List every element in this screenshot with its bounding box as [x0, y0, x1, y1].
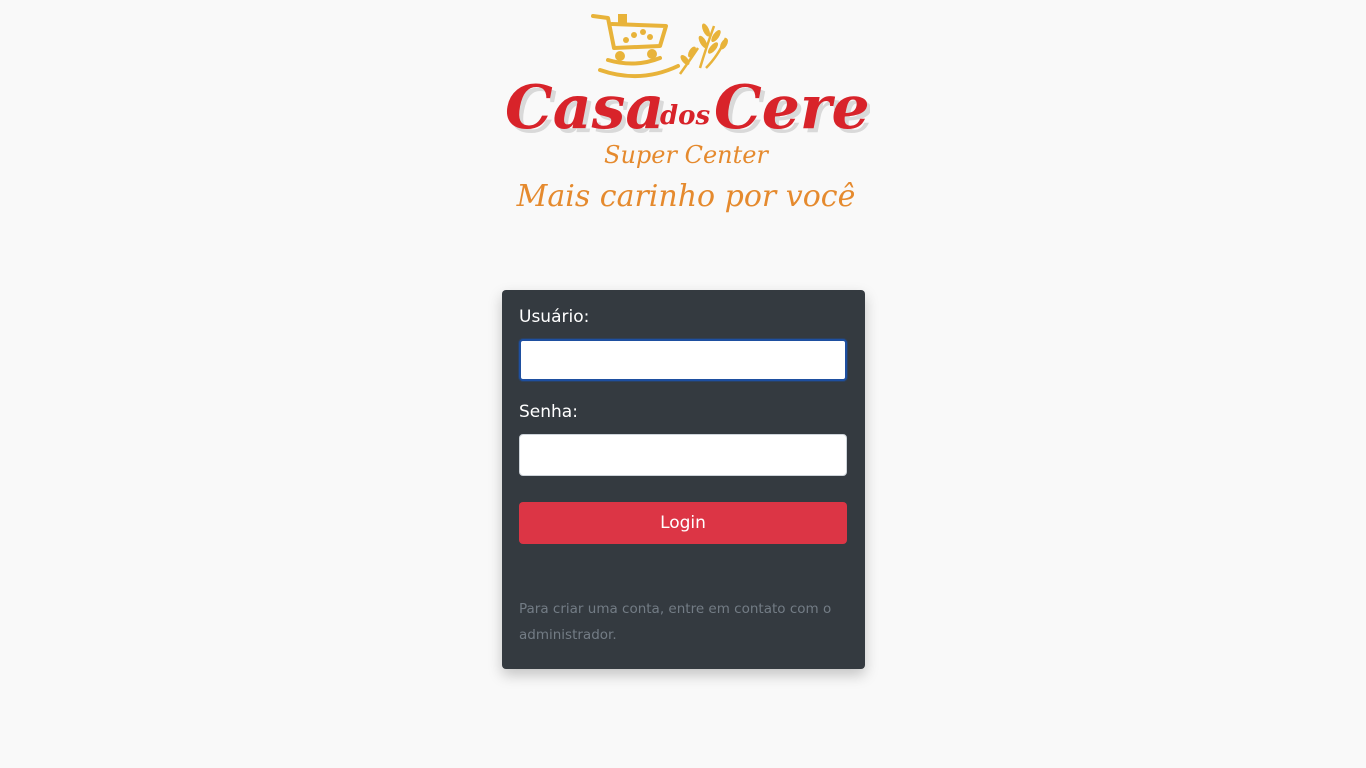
username-label: Usuário:: [519, 307, 590, 327]
shopping-cart-icon: [591, 14, 680, 79]
brand-name-casa: Casa: [505, 73, 664, 143]
password-field-group: Senha:: [519, 402, 848, 476]
brand-logo: Casa Cereais Casa dos Cereais Super Cent…: [500, 8, 870, 223]
username-input[interactable]: [519, 339, 847, 381]
brand-subtitle: Super Center: [604, 141, 769, 169]
wheat-icon: [678, 23, 728, 75]
account-note: Para criar uma conta, entre em contato c…: [519, 601, 832, 643]
brand-name-dos: dos: [660, 101, 711, 131]
password-input[interactable]: [519, 434, 847, 476]
login-card: Usuário: Senha: Login Para criar uma con…: [502, 290, 865, 669]
username-field-group: Usuário:: [519, 307, 848, 381]
brand-name-cereais: Cereais: [714, 73, 870, 143]
login-button[interactable]: Login: [519, 502, 847, 544]
password-label: Senha:: [519, 402, 578, 422]
brand-slogan: Mais carinho por você: [516, 179, 856, 214]
